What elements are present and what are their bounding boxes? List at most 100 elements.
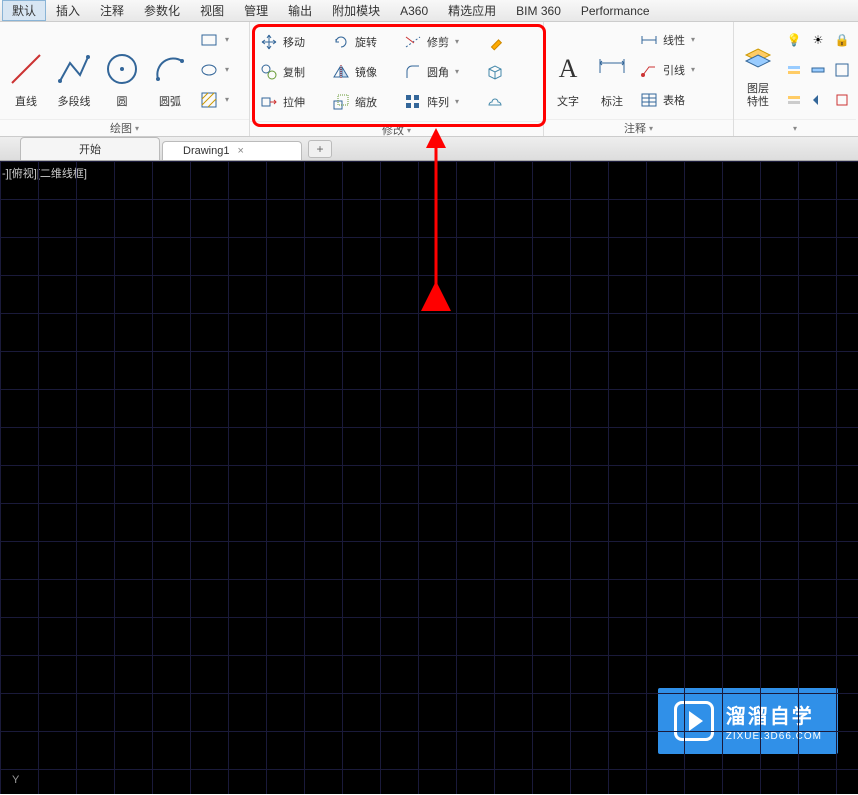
- lock-icon: 🔒: [832, 30, 852, 50]
- menu-item-output[interactable]: 输出: [278, 0, 322, 21]
- polyline-icon: [54, 47, 94, 91]
- box3d-icon: [485, 62, 505, 82]
- circle-icon: [102, 47, 142, 91]
- mirror-button[interactable]: 镜像: [328, 57, 398, 86]
- ribbon-group-title-draw[interactable]: 绘图: [0, 119, 249, 136]
- leader-icon: [639, 60, 659, 80]
- chevron-down-icon: ▾: [455, 37, 459, 46]
- leader-button[interactable]: 引线▾: [636, 55, 698, 84]
- array-button[interactable]: 阵列▾: [400, 87, 480, 116]
- move-button[interactable]: 移动: [256, 27, 326, 56]
- layer-iso-button[interactable]: [806, 55, 830, 84]
- menu-bar: 默认 插入 注释 参数化 视图 管理 输出 附加模块 A360 精选应用 BIM…: [0, 0, 858, 22]
- ellipse-icon: [199, 60, 219, 80]
- table-button[interactable]: 表格: [636, 85, 698, 114]
- ribbon-group-layers: 图层 特性 💡 ☀ 🔒: [734, 22, 856, 136]
- layer-state-icon: [784, 60, 804, 80]
- play-icon: [674, 701, 714, 741]
- stretch-icon: [259, 92, 279, 112]
- move-icon: [259, 32, 279, 52]
- explode-button[interactable]: [482, 57, 512, 86]
- menu-item-featured[interactable]: 精选应用: [438, 0, 506, 21]
- drawing-canvas[interactable]: -][俯视][二维线框] Y 溜溜自学 ZIXUE.3D66.COM: [0, 161, 858, 794]
- ribbon-group-title-layers[interactable]: [734, 119, 856, 136]
- rotate-button[interactable]: 旋转: [328, 27, 398, 56]
- text-icon: A: [548, 47, 588, 91]
- hatch-button[interactable]: ▾: [196, 85, 232, 114]
- text-button[interactable]: A 文字: [548, 25, 588, 115]
- mirror-icon: [331, 62, 351, 82]
- menu-item-view[interactable]: 视图: [190, 0, 234, 21]
- menu-item-manage[interactable]: 管理: [234, 0, 278, 21]
- linear-dim-icon: [639, 30, 659, 50]
- chevron-down-icon: ▾: [455, 97, 459, 106]
- chevron-down-icon: ▾: [225, 95, 229, 104]
- sun-icon: ☀: [808, 30, 828, 50]
- bulb-icon: 💡: [784, 30, 804, 50]
- layer-lock-button[interactable]: 🔒: [830, 25, 854, 54]
- cloud-icon: [485, 92, 505, 112]
- copy-button[interactable]: 复制: [256, 57, 326, 86]
- tab-add-button[interactable]: +: [308, 140, 332, 158]
- ribbon-group-modify: 移动 旋转 修剪▾ 复制 镜像 圆角▾ 拉伸 缩放 阵列▾ 修改: [250, 22, 544, 136]
- ribbon-group-annotate: A 文字 标注 线性▾ 引线▾ 表格 注释: [544, 22, 734, 136]
- ribbon: 直线 多段线 圆 圆弧 ▾ ▾ ▾ 绘图 移动: [0, 22, 858, 137]
- ellipse-button[interactable]: ▾: [196, 55, 232, 84]
- trim-button[interactable]: 修剪▾: [400, 27, 480, 56]
- ribbon-group-draw: 直线 多段线 圆 圆弧 ▾ ▾ ▾ 绘图: [0, 22, 250, 136]
- trim-icon: [403, 32, 423, 52]
- scale-button[interactable]: 缩放: [328, 87, 398, 116]
- layer-match-button[interactable]: [830, 55, 854, 84]
- rect-button[interactable]: ▾: [196, 25, 232, 54]
- arc-button[interactable]: 圆弧: [148, 25, 192, 115]
- tab-drawing1[interactable]: Drawing1×: [162, 141, 302, 160]
- menu-item-annotate[interactable]: 注释: [90, 0, 134, 21]
- menu-item-a360[interactable]: A360: [390, 2, 438, 20]
- close-icon[interactable]: ×: [237, 145, 243, 157]
- chevron-down-icon: ▾: [691, 65, 695, 74]
- tab-start[interactable]: 开始: [20, 137, 160, 160]
- layers-icon: [738, 37, 778, 81]
- line-icon: [6, 47, 46, 91]
- line-button[interactable]: 直线: [4, 25, 48, 115]
- layer-prev-button[interactable]: [806, 85, 830, 114]
- layer-freeze-button[interactable]: ☀: [806, 25, 830, 54]
- layer-off-button[interactable]: [782, 85, 806, 114]
- dimension-button[interactable]: 标注: [592, 25, 632, 115]
- hatch-icon: [199, 90, 219, 110]
- layer-state-button[interactable]: [782, 55, 806, 84]
- layer-properties-button[interactable]: 图层 特性: [738, 25, 778, 115]
- menu-item-bim360[interactable]: BIM 360: [506, 2, 571, 20]
- layer-walk-button[interactable]: [830, 85, 854, 114]
- array-icon: [403, 92, 423, 112]
- layer-on-button[interactable]: 💡: [782, 25, 806, 54]
- stretch-button[interactable]: 拉伸: [256, 87, 326, 116]
- viewport-label[interactable]: -][俯视][二维线框]: [2, 165, 87, 181]
- layer-iso-icon: [808, 60, 828, 80]
- fillet-button[interactable]: 圆角▾: [400, 57, 480, 86]
- dim-icon: [592, 47, 632, 91]
- circle-button[interactable]: 圆: [100, 25, 144, 115]
- menu-item-default[interactable]: 默认: [2, 0, 46, 21]
- chevron-down-icon: ▾: [225, 35, 229, 44]
- erase-button[interactable]: [482, 27, 512, 56]
- menu-item-insert[interactable]: 插入: [46, 0, 90, 21]
- menu-item-parametric[interactable]: 参数化: [134, 0, 190, 21]
- polyline-button[interactable]: 多段线: [52, 25, 96, 115]
- fillet-icon: [403, 62, 423, 82]
- offset-button[interactable]: [482, 87, 512, 116]
- menu-item-addins[interactable]: 附加模块: [322, 0, 390, 21]
- tab-bar: 开始 Drawing1× +: [0, 137, 858, 161]
- layer-off-icon: [784, 90, 804, 110]
- linear-dim-button[interactable]: 线性▾: [636, 25, 698, 54]
- arc-icon: [150, 47, 190, 91]
- menu-item-performance[interactable]: Performance: [571, 2, 660, 20]
- chevron-down-icon: ▾: [225, 65, 229, 74]
- svg-text:A: A: [559, 54, 578, 83]
- chevron-down-icon: ▾: [691, 35, 695, 44]
- ribbon-group-title-modify[interactable]: 修改: [250, 121, 543, 138]
- ribbon-group-title-annotate[interactable]: 注释: [544, 119, 733, 136]
- pencil-icon: [485, 32, 505, 52]
- layer-prev-icon: [808, 90, 828, 110]
- axis-y-label: Y: [12, 774, 19, 786]
